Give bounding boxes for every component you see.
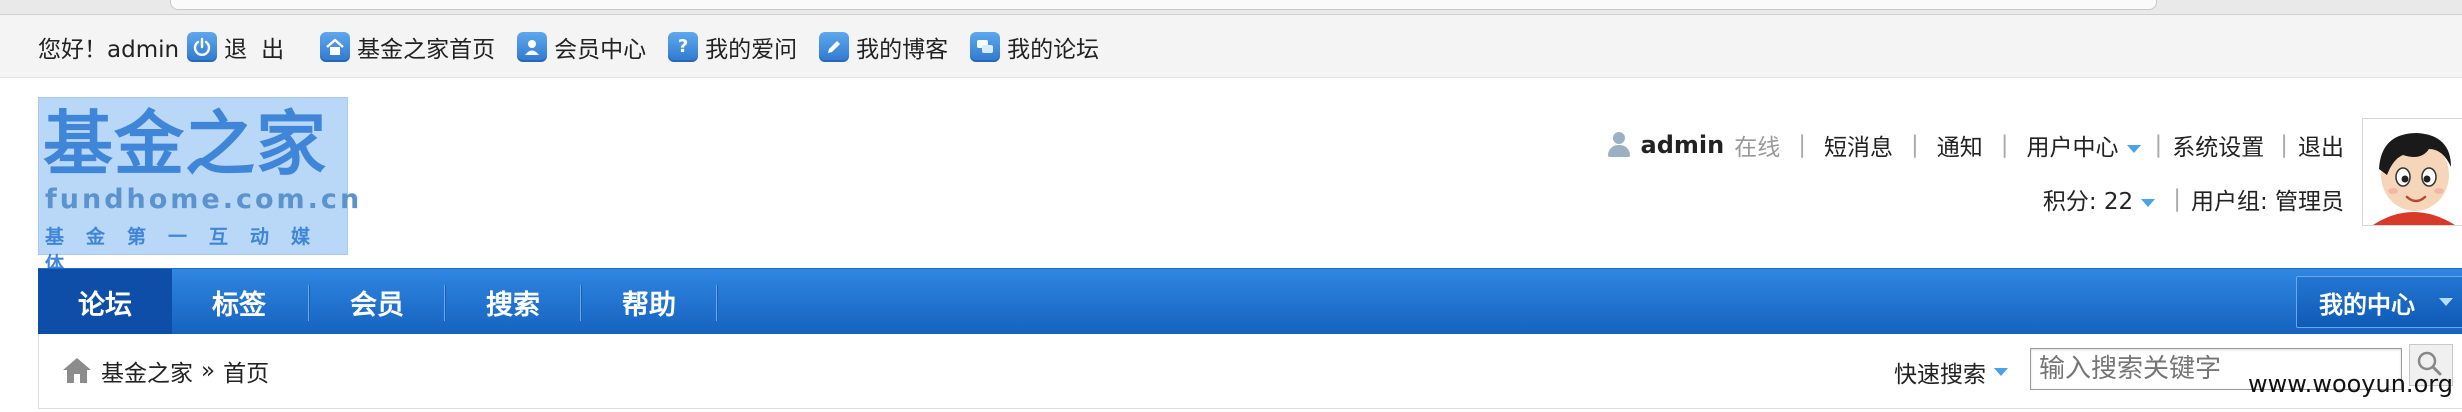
- points-dropdown[interactable]: 积分: 22: [2042, 182, 2156, 216]
- chevron-down-icon: [2126, 144, 2141, 153]
- nav-tab-help[interactable]: 帮助: [582, 269, 716, 335]
- power-icon: [187, 32, 218, 62]
- member-icon: [517, 32, 548, 62]
- breadcrumb-current: 首页: [223, 361, 270, 387]
- topbar-blog-label: 我的博客: [856, 37, 949, 63]
- topbar-member-label: 会员中心: [554, 37, 647, 63]
- quick-search-label: 快速搜索: [1894, 362, 1986, 388]
- nav-tab-members[interactable]: 会员: [310, 269, 444, 335]
- topbar-home-link[interactable]: 基金之家首页: [320, 30, 495, 64]
- logo-url: fundhome.com.cn: [45, 184, 363, 215]
- user-info-row: admin 在线 | 短消息 | 通知 | 用户中心 | 系统设置 | 退出: [1607, 128, 2344, 162]
- home-icon: [320, 32, 351, 62]
- topbar-logout-label: 退出: [224, 37, 299, 63]
- username-link[interactable]: admin: [1641, 131, 1725, 159]
- topbar-forum-label: 我的论坛: [1007, 37, 1100, 63]
- separator: |: [1911, 132, 1919, 158]
- user-center-dropdown[interactable]: 用户中心: [2027, 128, 2141, 162]
- logout-link[interactable]: 退出: [2298, 128, 2344, 162]
- topbar-forum-link[interactable]: 我的论坛: [970, 30, 1099, 64]
- browser-address-field[interactable]: [170, 0, 2157, 10]
- question-icon: ?: [668, 32, 699, 62]
- topbar-blog-link[interactable]: 我的博客: [819, 30, 948, 64]
- watermark: www.wooyun.org: [2248, 370, 2453, 398]
- breadcrumb-site-link[interactable]: 基金之家: [101, 354, 193, 388]
- site-logo[interactable]: 基金之家 fundhome.com.cn 基金第一互动媒体: [38, 97, 359, 275]
- user-stats-row: 积分: 22 | 用户组: 管理员: [2043, 182, 2344, 216]
- avatar[interactable]: [2362, 118, 2462, 226]
- messages-link[interactable]: 短消息: [1824, 128, 1893, 162]
- blog-pencil-icon: [819, 32, 850, 62]
- forum-icon: [970, 32, 1001, 62]
- greeting-text: 您好！admin: [38, 37, 180, 63]
- main-nav: 论坛 标签 会员 搜索 帮助 我的中心: [38, 268, 2462, 335]
- breadcrumb-bar: 基金之家 » 首页 快速搜索: [38, 334, 2462, 409]
- separator: |: [2280, 132, 2288, 158]
- nav-tab-forum[interactable]: 论坛: [38, 269, 172, 335]
- chevron-down-icon: [2141, 198, 2156, 207]
- top-bar: 您好！admin 退出 基金之家首页 会员中心 ? 我的爱问 我的博客 我的论坛: [0, 15, 2462, 78]
- chevron-down-icon: [1994, 368, 2008, 376]
- nav-tab-tags[interactable]: 标签: [172, 269, 306, 335]
- user-icon: [1607, 132, 1631, 158]
- online-status: 在线: [1734, 135, 1781, 161]
- user-group-label: 用户组: 管理员: [2190, 189, 2344, 215]
- my-center-label: 我的中心: [2319, 290, 2415, 319]
- home-icon[interactable]: [61, 354, 93, 386]
- topbar-logout-link[interactable]: 退出: [187, 30, 298, 64]
- logo-title: 基金之家: [43, 103, 327, 185]
- topbar-ask-link[interactable]: ? 我的爱问: [668, 30, 797, 64]
- system-settings-link[interactable]: 系统设置: [2172, 128, 2264, 162]
- separator: |: [2000, 132, 2009, 158]
- points-label: 积分: 22: [2042, 189, 2134, 215]
- breadcrumb: 基金之家 » 首页: [101, 354, 269, 388]
- user-center-label: 用户中心: [2026, 135, 2119, 161]
- separator: |: [2173, 186, 2181, 212]
- topbar-member-link[interactable]: 会员中心: [517, 30, 646, 64]
- browser-chrome: [0, 0, 2462, 15]
- topbar-home-label: 基金之家首页: [357, 37, 496, 63]
- nav-divider: [716, 285, 718, 321]
- quick-search-dropdown[interactable]: 快速搜索: [1894, 356, 2008, 388]
- my-center-dropdown[interactable]: 我的中心: [2296, 276, 2462, 328]
- separator: |: [1798, 132, 1806, 158]
- notifications-link[interactable]: 通知: [1937, 128, 1983, 162]
- breadcrumb-separator: »: [201, 358, 216, 384]
- nav-tab-search[interactable]: 搜索: [446, 269, 580, 335]
- topbar-ask-label: 我的爱问: [705, 37, 798, 63]
- chevron-down-icon: [2439, 298, 2453, 306]
- separator: |: [2154, 132, 2163, 158]
